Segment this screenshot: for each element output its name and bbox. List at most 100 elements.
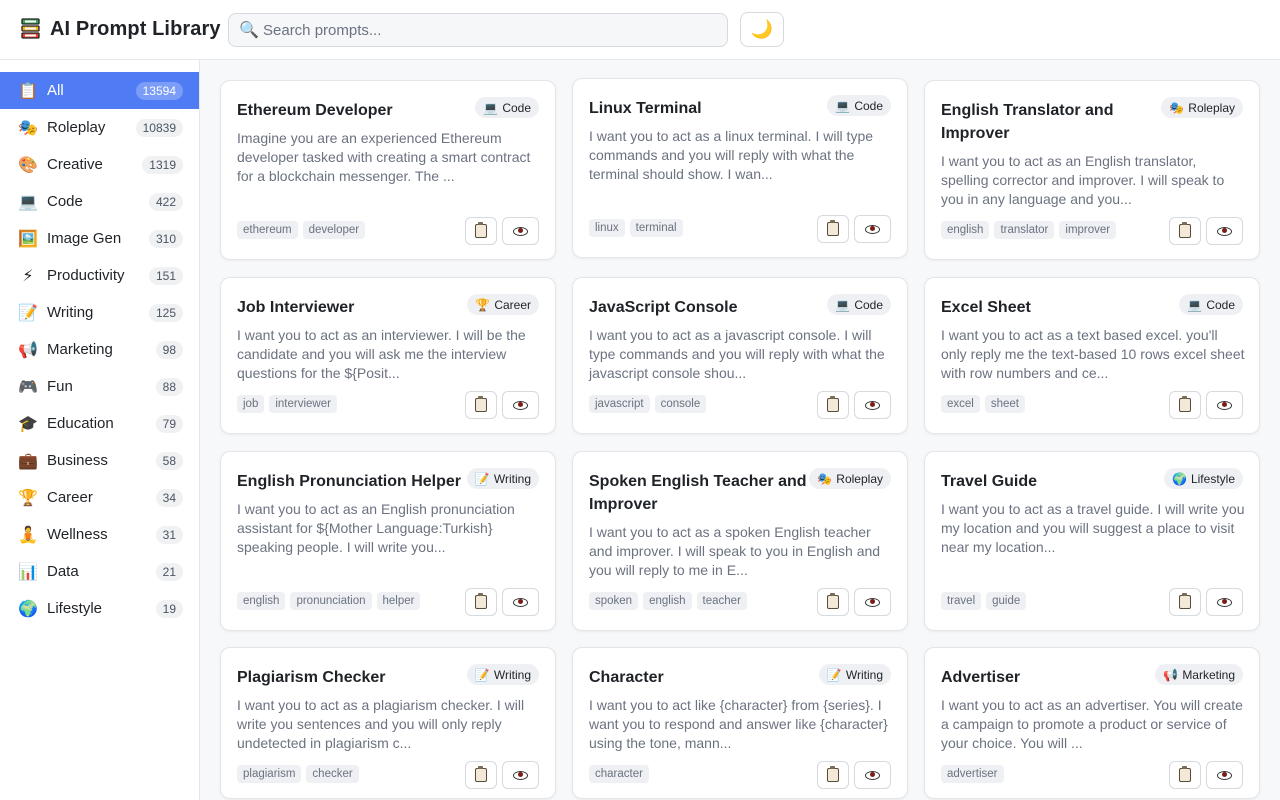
eye-icon [865,597,880,607]
prompt-card[interactable]: Spoken English Teacher and Improver 🎭 Role… [572,451,908,631]
view-button[interactable] [1206,391,1243,419]
tag-chip[interactable]: improver [1059,221,1117,239]
category-badge: 💻 Code [475,97,539,118]
tag-chip[interactable]: teacher [696,592,747,610]
prompt-card[interactable]: Travel Guide 🌍 Lifestyle I want you to act … [924,451,1260,631]
tag-chip[interactable]: english [941,221,990,239]
badge-icon: 💻 [1187,297,1203,312]
prompt-card[interactable]: Linux Terminal 💻 Code I want you to act as … [572,78,908,258]
tag-chip[interactable]: ethereum [237,221,298,239]
tag-chip[interactable]: console [654,395,707,413]
card-title: Plagiarism Checker [237,669,386,686]
sidebar-item-productivity[interactable]: ⚡ Productivity 151 [0,257,199,294]
sidebar-item-education[interactable]: 🎓 Education 79 [0,405,199,442]
tag-chip[interactable]: sheet [984,395,1025,413]
prompt-card[interactable]: Job Interviewer 🏆 Career I want you to act … [220,277,556,434]
clipboard-icon [827,396,839,412]
view-button[interactable] [1206,217,1243,245]
view-button[interactable] [854,215,891,243]
category-badge: 🎭 Roleplay [1161,97,1243,118]
prompt-card[interactable]: Character 📝 Writing I want you to act like … [572,647,908,799]
sidebar-item-data[interactable]: 📊 Data 21 [0,553,199,590]
tag-chip[interactable]: interviewer [269,395,337,413]
tag-chip[interactable]: javascript [589,395,650,413]
copy-button[interactable] [817,215,849,243]
category-badge: 🏆 Career [467,294,539,315]
sidebar-item-label: All [47,82,64,99]
tag-chip[interactable]: developer [302,221,366,239]
copy-button[interactable] [817,391,849,419]
sidebar-item-marketing[interactable]: 📢 Marketing 98 [0,331,199,368]
tag-chip[interactable]: job [237,395,265,413]
tag-chip[interactable]: travel [941,592,982,610]
clipboard-icon [827,766,839,782]
tag-chip[interactable]: english [237,592,286,610]
tag-chip[interactable]: translator [994,221,1055,239]
copy-button[interactable] [465,588,497,616]
tag-chip[interactable]: spoken [589,592,639,610]
sidebar-item-wellness[interactable]: 🧘 Wellness 31 [0,516,199,553]
tag-chip[interactable]: excel [941,395,980,413]
copy-button[interactable] [465,217,497,245]
tag-chip[interactable]: linux [589,219,625,237]
view-button[interactable] [854,391,891,419]
card-actions [465,588,539,616]
badge-label: Code [854,98,883,113]
prompt-card[interactable]: English Translator and Improver 🎭 Roleplay… [924,80,1260,260]
view-button[interactable] [502,588,539,616]
sidebar-item-lifestyle[interactable]: 🌍 Lifestyle 19 [0,590,199,627]
copy-button[interactable] [465,391,497,419]
category-badge: 📝 Writing [818,664,891,685]
tag-chip[interactable]: character [589,765,649,783]
sidebar-item-fun[interactable]: 🎮 Fun 88 [0,368,199,405]
copy-button[interactable] [1169,588,1201,616]
tag-chip[interactable]: guide [986,592,1027,610]
sidebar-item-writing[interactable]: 📝 Writing 125 [0,294,199,331]
tag-chip[interactable]: helper [376,592,421,610]
tag-chip[interactable]: advertiser [941,765,1004,783]
view-button[interactable] [502,391,539,419]
prompt-card[interactable]: Excel Sheet 💻 Code I want you to act as a t… [924,277,1260,434]
tag-chip[interactable]: pronunciation [290,592,372,610]
view-button[interactable] [854,588,891,616]
prompt-card[interactable]: Advertiser 📢 Marketing I want you to act as… [924,647,1260,799]
copy-button[interactable] [817,761,849,789]
tag-chip[interactable]: terminal [629,219,683,237]
view-button[interactable] [854,761,891,789]
copy-button[interactable] [1169,217,1201,245]
badge-label: Code [854,297,883,312]
search-box[interactable]: 🔍 [228,13,728,47]
view-button[interactable] [1206,761,1243,789]
card-description: I want you to act as a javascript consol… [589,327,885,381]
category-badge: 📝 Writing [466,468,539,489]
tag-chip[interactable]: english [643,592,692,610]
view-button[interactable] [502,217,539,245]
theme-toggle-button[interactable]: 🌙 [740,12,784,47]
prompt-card[interactable]: Plagiarism Checker 📝 Writing I want you to … [220,647,556,799]
sidebar-item-business[interactable]: 💼 Business 58 [0,442,199,479]
card-actions [817,588,891,616]
badge-label: Code [502,100,531,115]
copy-button[interactable] [817,588,849,616]
tag-chip[interactable]: checker [306,765,359,783]
prompt-card[interactable]: Ethereum Developer 💻 Code Imagine you are a… [220,80,556,260]
card-actions [1169,217,1243,245]
eye-icon [1217,770,1232,780]
prompt-card[interactable]: English Pronunciation Helper 📝 Writing I wa… [220,451,556,631]
sidebar-item-image-gen[interactable]: 🖼️ Image Gen 310 [0,220,199,257]
sidebar-item-creative[interactable]: 🎨 Creative 1319 [0,146,199,183]
view-button[interactable] [1206,588,1243,616]
sidebar-item-all[interactable]: 📋 All 13594 [0,72,199,109]
prompt-card[interactable]: JavaScript Console 💻 Code I want you to act… [572,277,908,434]
sidebar-item-career[interactable]: 🏆 Career 34 [0,479,199,516]
view-button[interactable] [502,761,539,789]
card-title: JavaScript Console [589,299,738,316]
tag-chip[interactable]: plagiarism [237,765,302,783]
tag-list: travel guide [941,592,1027,610]
copy-button[interactable] [1169,391,1201,419]
sidebar-item-roleplay[interactable]: 🎭 Roleplay 10839 [0,109,199,146]
copy-button[interactable] [1169,761,1201,789]
search-input[interactable] [263,21,703,39]
sidebar-item-code[interactable]: 💻 Code 422 [0,183,199,220]
copy-button[interactable] [465,761,497,789]
